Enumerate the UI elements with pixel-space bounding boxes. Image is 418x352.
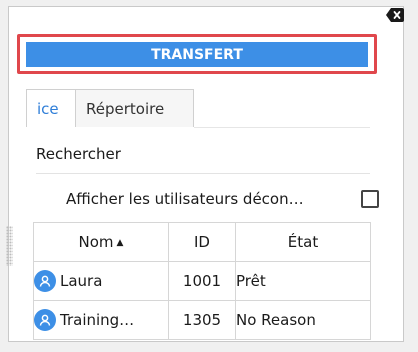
column-header-state-label: État <box>287 233 319 251</box>
table-header-row: Nom ▲ ID État <box>33 222 371 262</box>
user-state: Prêt <box>235 261 371 301</box>
user-id: 1305 <box>168 300 236 340</box>
table-row[interactable]: Laura 1001 Prêt <box>33 261 371 301</box>
close-button[interactable] <box>385 6 405 24</box>
show-offline-label: Afficher les utilisateurs décon… <box>66 190 304 208</box>
column-header-id[interactable]: ID <box>168 222 236 262</box>
tab-ice-label: ice <box>37 99 59 118</box>
search-input[interactable]: Rechercher <box>36 145 121 163</box>
column-header-name-label: Nom <box>78 233 114 251</box>
column-header-state[interactable]: État <box>235 222 371 262</box>
tab-directory-label: Répertoire <box>86 99 165 118</box>
tab-bar: ice Répertoire <box>26 89 194 129</box>
user-name: Laura <box>60 272 103 290</box>
user-avatar-icon <box>34 309 56 331</box>
users-table: Nom ▲ ID État Laura 1001 Prêt Training… … <box>33 222 371 340</box>
tab-directory[interactable]: Répertoire <box>76 89 194 127</box>
user-name: Training… <box>60 311 135 329</box>
sort-ascending-icon: ▲ <box>116 237 124 248</box>
user-id: 1001 <box>168 261 236 301</box>
user-name-cell: Laura <box>33 261 169 301</box>
column-header-name[interactable]: Nom ▲ <box>33 222 169 262</box>
user-avatar-icon <box>34 270 56 292</box>
show-offline-checkbox[interactable] <box>361 190 379 208</box>
table-row[interactable]: Training… 1305 No Reason <box>33 300 371 340</box>
backspace-close-icon <box>386 8 404 22</box>
search-underline <box>36 173 370 174</box>
column-header-id-label: ID <box>194 233 210 251</box>
tab-ice[interactable]: ice <box>26 89 76 127</box>
transfer-button[interactable]: TRANSFERT <box>26 42 368 67</box>
resize-grip-icon[interactable] <box>6 226 13 266</box>
tabs-divider <box>194 127 370 128</box>
user-state: No Reason <box>235 300 371 340</box>
user-name-cell: Training… <box>33 300 169 340</box>
